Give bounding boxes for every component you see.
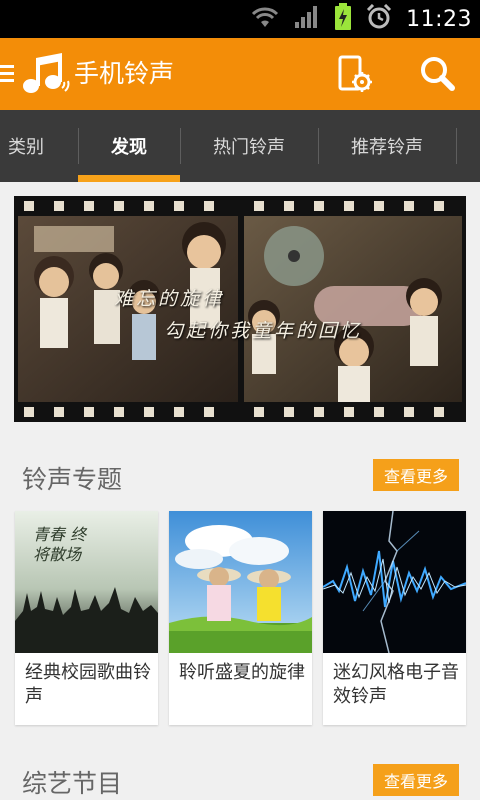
action-bar: 手机铃声 bbox=[0, 38, 480, 110]
card-image: 青春 终将散场 bbox=[15, 511, 158, 653]
banner-caption-line2: 勾起你我童年的回忆 bbox=[164, 320, 363, 342]
tab-hot-ringtones[interactable]: 热门铃声 bbox=[180, 110, 318, 182]
tab-bar: 类别 发现 热门铃声 推荐铃声 bbox=[0, 110, 480, 182]
music-note-logo-icon[interactable] bbox=[20, 52, 70, 96]
tab-label: 类别 bbox=[8, 137, 44, 158]
signal-icon bbox=[294, 5, 320, 33]
card-label: 聆听盛夏的旋律 bbox=[179, 662, 305, 683]
featured-banner[interactable]: 难忘的旋律 勾起你我童年的回忆 bbox=[14, 196, 466, 422]
banner-illustration bbox=[14, 196, 466, 422]
tab-label: 发现 bbox=[111, 137, 147, 158]
more-button-variety-shows[interactable]: 查看更多 bbox=[373, 764, 459, 796]
topic-card-psychedelic-electronic[interactable]: 迷幻风格电子音效铃声 bbox=[323, 511, 466, 725]
card-image bbox=[323, 511, 466, 653]
tab-discover[interactable]: 发现 bbox=[78, 110, 180, 182]
tab-label: 推荐铃声 bbox=[351, 137, 423, 158]
topic-card-summer-melody[interactable]: 聆听盛夏的旋律 bbox=[169, 511, 312, 725]
status-time: 11:23 bbox=[406, 6, 472, 32]
banner-caption-line1: 难忘的旋律 bbox=[114, 288, 225, 310]
app-title: 手机铃声 bbox=[74, 59, 175, 88]
tab-active-indicator bbox=[78, 175, 180, 182]
section-title-variety-shows: 综艺节目 bbox=[22, 769, 123, 798]
tab-divider bbox=[456, 128, 457, 164]
card-image-text: 青春 终将散场 bbox=[33, 525, 87, 564]
topic-card-campus-songs[interactable]: 青春 终将散场 经典校园歌曲铃声 bbox=[15, 511, 158, 725]
card-label: 迷幻风格电子音效铃声 bbox=[333, 662, 459, 707]
battery-charging-icon bbox=[334, 3, 352, 35]
search-icon[interactable] bbox=[416, 54, 460, 94]
card-image bbox=[169, 511, 312, 653]
tab-label: 热门铃声 bbox=[213, 137, 285, 158]
section-title-ringtone-topics: 铃声专题 bbox=[22, 465, 123, 494]
wifi-icon bbox=[250, 5, 280, 33]
menu-icon[interactable] bbox=[0, 64, 14, 84]
more-button-ringtone-topics[interactable]: 查看更多 bbox=[373, 459, 459, 491]
tab-categories[interactable]: 类别 bbox=[0, 110, 52, 182]
status-bar: 11:23 bbox=[0, 0, 480, 38]
phone-settings-icon[interactable] bbox=[334, 54, 374, 94]
alarm-icon bbox=[366, 3, 392, 34]
card-label: 经典校园歌曲铃声 bbox=[25, 662, 151, 707]
tab-recommended-ringtones[interactable]: 推荐铃声 bbox=[318, 110, 456, 182]
